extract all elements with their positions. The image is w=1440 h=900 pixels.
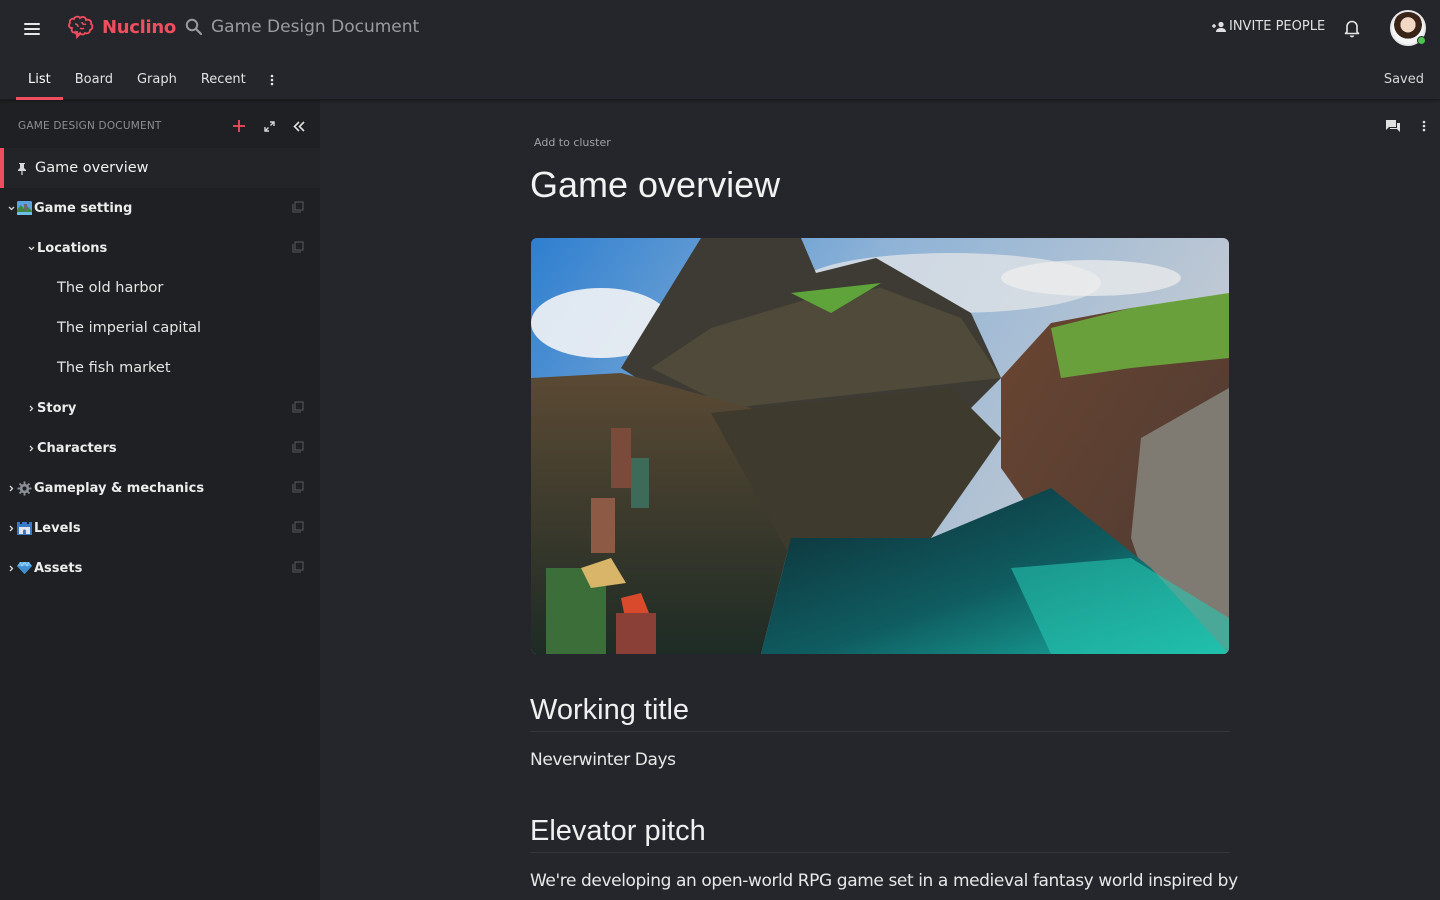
tree-item-fish-market[interactable]: The fish market (0, 348, 320, 388)
duplicate-icon[interactable] (292, 561, 304, 573)
hamburger-menu-button[interactable] (22, 20, 42, 38)
tab-board[interactable]: Board (63, 64, 125, 100)
expand-all-button[interactable] (262, 119, 276, 133)
more-vertical-icon (270, 74, 274, 86)
hero-image[interactable] (531, 238, 1229, 654)
castle-emoji-icon (16, 521, 32, 535)
comments-icon (1386, 120, 1400, 132)
tree-item-game-overview[interactable]: Game overview (0, 148, 320, 188)
section-body-elevator-pitch: We're developing an open-world RPG game … (530, 871, 1238, 891)
pin-icon (14, 162, 30, 175)
tree-item-story[interactable]: Story (0, 388, 320, 428)
chevron-right-icon[interactable] (6, 565, 16, 572)
tree-item-label: The imperial capital (57, 320, 202, 336)
online-status-dot (1417, 36, 1426, 45)
logo-text: Nuclino (102, 16, 176, 38)
tab-graph[interactable]: Graph (125, 64, 189, 100)
tree-item-label: Assets (34, 560, 83, 576)
double-chevron-left-icon (293, 120, 305, 132)
add-item-button[interactable] (232, 119, 246, 133)
tree-item-label: Levels (34, 520, 81, 536)
document-area: Add to cluster Game overview Working tit… (320, 100, 1440, 900)
chevron-right-icon[interactable] (26, 445, 36, 452)
tree-item-label: Locations (37, 240, 108, 256)
landscape-painting (531, 238, 1229, 654)
comments-button[interactable] (1386, 120, 1400, 132)
tab-recent[interactable]: Recent (189, 64, 258, 100)
view-tabs: List Board Graph Recent (16, 64, 284, 100)
tree-item-label: Game setting (34, 200, 133, 216)
plus-icon (233, 120, 245, 132)
sidebar-header: GAME DESIGN DOCUMENT (18, 118, 306, 134)
tree-item-label: The old harbor (57, 280, 164, 296)
landscape-emoji-icon (16, 201, 32, 215)
chevron-down-icon[interactable] (6, 206, 16, 211)
chevron-right-icon[interactable] (26, 405, 36, 412)
tree-item-gameplay-mechanics[interactable]: Gameplay & mechanics (0, 468, 320, 508)
section-heading-elevator-pitch: Elevator pitch (530, 815, 1230, 853)
more-views-button[interactable] (260, 64, 284, 100)
bell-icon (1344, 20, 1360, 38)
tree-item-label: Characters (37, 440, 117, 456)
chevron-down-icon[interactable] (26, 246, 36, 251)
tree-item-imperial-capital[interactable]: The imperial capital (0, 308, 320, 348)
more-vertical-icon (1422, 120, 1426, 132)
collapse-sidebar-button[interactable] (292, 119, 306, 133)
duplicate-icon[interactable] (292, 481, 304, 493)
tree-item-label: Story (37, 400, 77, 416)
item-tree: Game overview Game setting Locations The… (0, 148, 320, 588)
top-bar: Nuclino Game Design Document INVITE PEOP… (0, 0, 1440, 100)
search-input[interactable]: Game Design Document (185, 17, 419, 37)
tree-item-assets[interactable]: Assets (0, 548, 320, 588)
search-text: Game Design Document (211, 17, 420, 37)
sidebar: GAME DESIGN DOCUMENT Game overview Game … (0, 100, 320, 900)
tree-item-game-setting[interactable]: Game setting (0, 188, 320, 228)
duplicate-icon[interactable] (292, 241, 304, 253)
tree-item-label: Game overview (35, 160, 149, 176)
nuclino-logo[interactable]: Nuclino (66, 14, 176, 40)
save-status: Saved (1383, 72, 1424, 87)
add-to-cluster-link[interactable]: Add to cluster (534, 136, 611, 149)
gear-emoji-icon (16, 480, 32, 496)
gem-emoji-icon (16, 561, 32, 575)
search-icon (185, 18, 203, 36)
duplicate-icon[interactable] (292, 521, 304, 533)
tree-item-label: The fish market (57, 360, 171, 376)
workspace-title: GAME DESIGN DOCUMENT (18, 120, 162, 132)
tree-item-old-harbor[interactable]: The old harbor (0, 268, 320, 308)
expand-icon (263, 120, 275, 132)
tree-item-levels[interactable]: Levels (0, 508, 320, 548)
document-title[interactable]: Game overview (530, 164, 780, 206)
document-options-button[interactable] (1422, 120, 1426, 132)
chevron-right-icon[interactable] (6, 525, 16, 532)
invite-people-button[interactable]: INVITE PEOPLE (1212, 19, 1325, 34)
chevron-right-icon[interactable] (6, 485, 16, 492)
tab-list[interactable]: List (16, 64, 63, 100)
notifications-button[interactable] (1343, 18, 1361, 43)
duplicate-icon[interactable] (292, 441, 304, 453)
tree-item-characters[interactable]: Characters (0, 428, 320, 468)
brain-icon (68, 15, 94, 40)
tree-item-locations[interactable]: Locations (0, 228, 320, 268)
duplicate-icon[interactable] (292, 201, 304, 213)
tree-item-label: Gameplay & mechanics (34, 480, 205, 496)
section-heading-working-title: Working title (530, 694, 1230, 732)
duplicate-icon[interactable] (292, 401, 304, 413)
section-body-working-title: Neverwinter Days (530, 750, 676, 770)
invite-label: INVITE PEOPLE (1229, 19, 1326, 34)
user-avatar[interactable] (1390, 10, 1426, 46)
add-person-icon (1212, 21, 1226, 32)
